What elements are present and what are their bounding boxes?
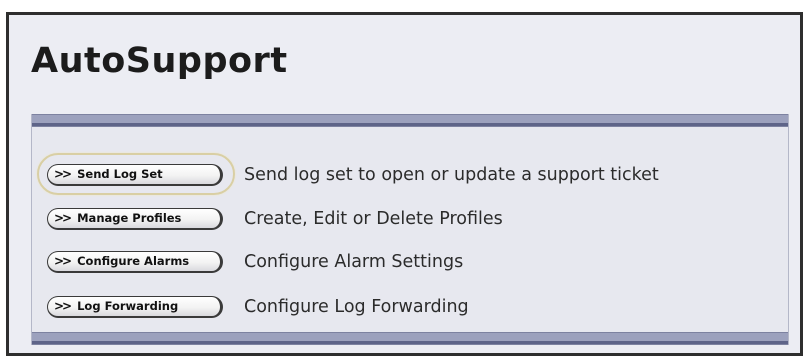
- panel-footer-bar: [32, 332, 788, 345]
- configure-alarms-button-label: Configure Alarms: [77, 254, 190, 268]
- log-forwarding-button[interactable]: >> Log Forwarding: [47, 296, 223, 318]
- actions-panel: >> Send Log Set Send log set to open or u…: [31, 114, 789, 345]
- send-log-set-button[interactable]: >> Send Log Set: [47, 164, 223, 186]
- send-log-set-button-label: Send Log Set: [77, 167, 163, 181]
- action-row-configure-alarms: >> Configure Alarms Configure Alarm Setti…: [47, 249, 767, 275]
- manage-profiles-button[interactable]: >> Manage Profiles: [47, 208, 223, 230]
- double-chevron-right-icon: >>: [54, 211, 72, 225]
- log-forwarding-button-label: Log Forwarding: [77, 299, 179, 313]
- send-log-set-description: Send log set to open or update a support…: [244, 165, 659, 185]
- action-row-log-forwarding: >> Log Forwarding Configure Log Forwardin…: [47, 294, 767, 320]
- action-row-send-log-set: >> Send Log Set Send log set to open or u…: [37, 153, 767, 195]
- double-chevron-right-icon: >>: [54, 254, 72, 268]
- manage-profiles-button-label: Manage Profiles: [77, 211, 182, 225]
- log-forwarding-description: Configure Log Forwarding: [244, 297, 469, 317]
- double-chevron-right-icon: >>: [54, 299, 72, 313]
- action-row-manage-profiles: >> Manage Profiles Create, Edit or Delete…: [47, 206, 767, 232]
- configure-alarms-button[interactable]: >> Configure Alarms: [47, 251, 223, 273]
- configure-alarms-description: Configure Alarm Settings: [244, 252, 464, 272]
- page-title: AutoSupport: [31, 41, 288, 81]
- manage-profiles-description: Create, Edit or Delete Profiles: [244, 209, 503, 229]
- double-chevron-right-icon: >>: [54, 167, 72, 181]
- autosupport-window: AutoSupport >> Send Log Set Send log set …: [6, 12, 803, 356]
- panel-header-bar: [32, 114, 788, 127]
